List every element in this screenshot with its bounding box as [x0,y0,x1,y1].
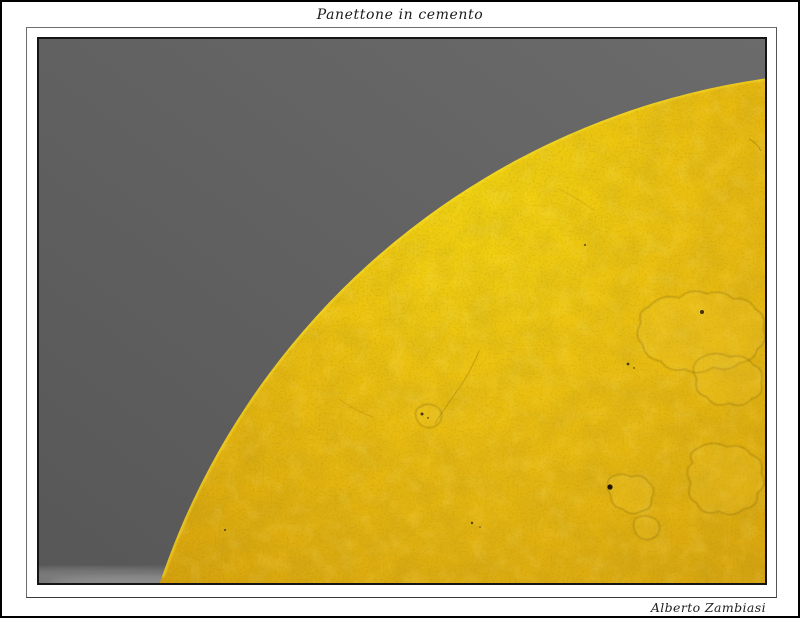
photo-area [37,37,767,585]
photo-image [39,39,765,583]
photo-title: Panettone in cemento [2,6,798,24]
framed-photo-page: Panettone in cemento [0,0,800,618]
photographer-signature: Alberto Zambiasi [651,599,766,616]
